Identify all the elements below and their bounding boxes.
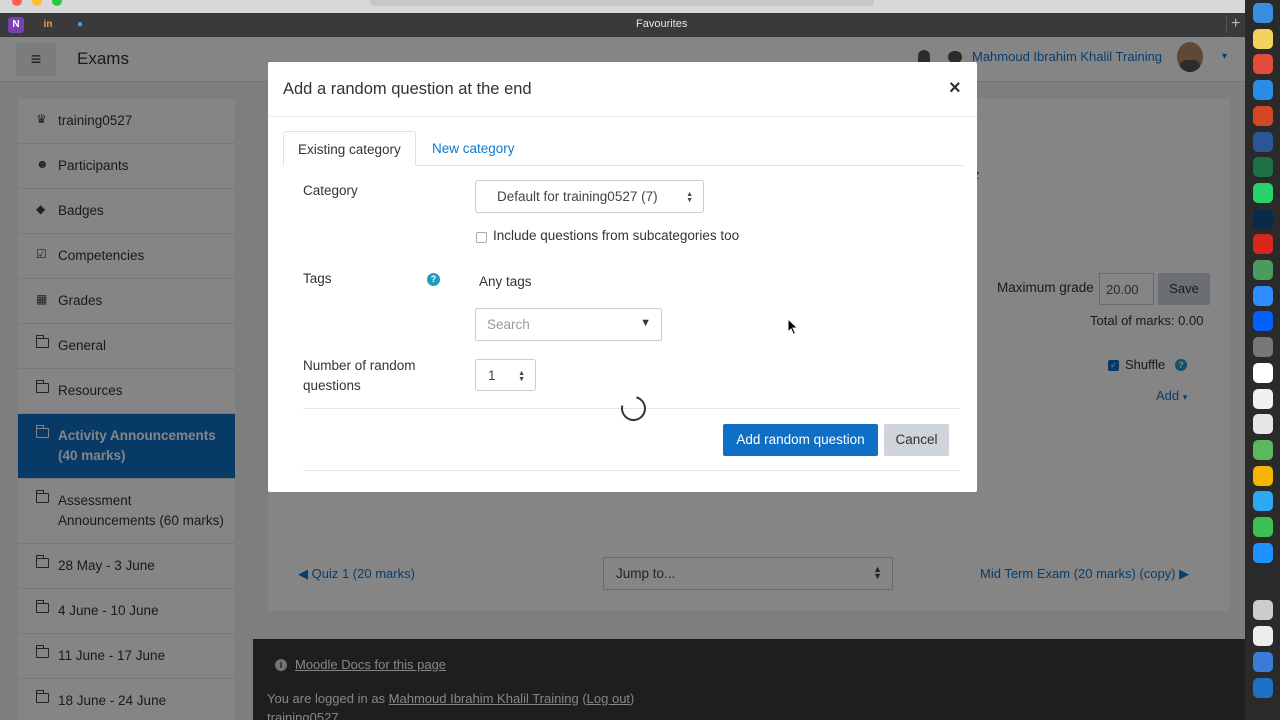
any-tags-text: Any tags: [479, 274, 532, 289]
whatsapp-icon[interactable]: [1253, 182, 1273, 203]
dialog-header: Add a random question at the end ×: [268, 62, 977, 117]
preview-icon[interactable]: [1253, 414, 1273, 435]
appstore-icon[interactable]: [1253, 542, 1273, 563]
launchpad-icon[interactable]: [1253, 337, 1273, 358]
photos-icon[interactable]: [1253, 465, 1273, 486]
loading-spinner-icon: [616, 391, 651, 426]
tags-search-input[interactable]: Search ▼: [475, 308, 662, 341]
dialog-title: Add a random question at the end: [283, 80, 532, 98]
acrobat-icon[interactable]: [1253, 234, 1273, 255]
category-value: Default for training0527 (7): [497, 189, 658, 204]
close-icon[interactable]: ×: [949, 77, 961, 100]
divider: [303, 470, 960, 471]
powerpoint-icon[interactable]: [1253, 105, 1273, 126]
number-select[interactable]: 1 ▲ ▼: [475, 359, 536, 391]
select-arrows-icon: ▲ ▼: [518, 370, 525, 383]
zoom-icon[interactable]: [1253, 285, 1273, 306]
address-bar[interactable]: [370, 0, 874, 6]
favourites-title: Favourites: [636, 18, 688, 30]
browser-icon[interactable]: [1253, 652, 1273, 672]
select-arrows-icon: ▲ ▼: [686, 191, 693, 204]
category-label: Category: [303, 183, 358, 198]
number-label: Number of random questions: [303, 358, 416, 393]
category-tabs: Existing category New category: [283, 131, 963, 166]
finder-icon[interactable]: [1253, 3, 1273, 23]
favourites-bar: N in ● Favourites +: [0, 13, 1245, 37]
help-icon[interactable]: ?: [427, 273, 440, 286]
search-placeholder: Search: [487, 317, 530, 332]
messages-icon[interactable]: [1253, 491, 1273, 512]
browser-top-bar: [0, 0, 1245, 13]
notes-icon[interactable]: [1253, 28, 1273, 49]
dock: [1245, 0, 1280, 720]
random-question-dialog: Add a random question at the end × Exist…: [268, 62, 977, 492]
add-random-question-button[interactable]: Add random question: [723, 424, 878, 456]
chrome-icon[interactable]: [1253, 54, 1273, 75]
include-subcategories-label[interactable]: Include questions from subcategories too: [493, 228, 739, 243]
language-icon[interactable]: [1253, 678, 1273, 698]
dropbox-icon[interactable]: [1253, 311, 1273, 332]
maps-icon[interactable]: [1253, 439, 1273, 460]
close-window-icon[interactable]: [12, 0, 22, 6]
cancel-button[interactable]: Cancel: [884, 424, 949, 456]
category-select[interactable]: Default for training0527 (7) ▲ ▼: [475, 180, 704, 213]
facetime-icon[interactable]: [1253, 517, 1273, 537]
tab-existing-category[interactable]: Existing category: [283, 131, 416, 166]
file-icon[interactable]: [1253, 626, 1273, 646]
calendar-icon[interactable]: [1253, 362, 1273, 383]
site-icon[interactable]: ●: [72, 17, 88, 33]
trash-icon[interactable]: [1253, 600, 1273, 620]
photoshop-icon[interactable]: [1253, 208, 1273, 229]
onenote-icon[interactable]: N: [8, 17, 24, 33]
drive-icon[interactable]: [1253, 260, 1273, 280]
include-subcategories-checkbox[interactable]: [476, 232, 487, 243]
textedit-icon[interactable]: [1253, 388, 1273, 409]
number-value: 1: [488, 368, 496, 383]
in-icon[interactable]: in: [40, 17, 56, 33]
dropdown-arrow-icon[interactable]: ▼: [640, 317, 651, 329]
safari-icon[interactable]: [1253, 80, 1273, 101]
minimize-window-icon[interactable]: [32, 0, 42, 6]
excel-icon[interactable]: [1253, 157, 1273, 178]
new-tab-icon[interactable]: +: [1226, 15, 1242, 33]
tab-new-category[interactable]: New category: [418, 131, 529, 166]
tags-label: Tags: [303, 271, 332, 286]
maximize-window-icon[interactable]: [52, 0, 62, 6]
word-icon[interactable]: [1253, 131, 1273, 152]
